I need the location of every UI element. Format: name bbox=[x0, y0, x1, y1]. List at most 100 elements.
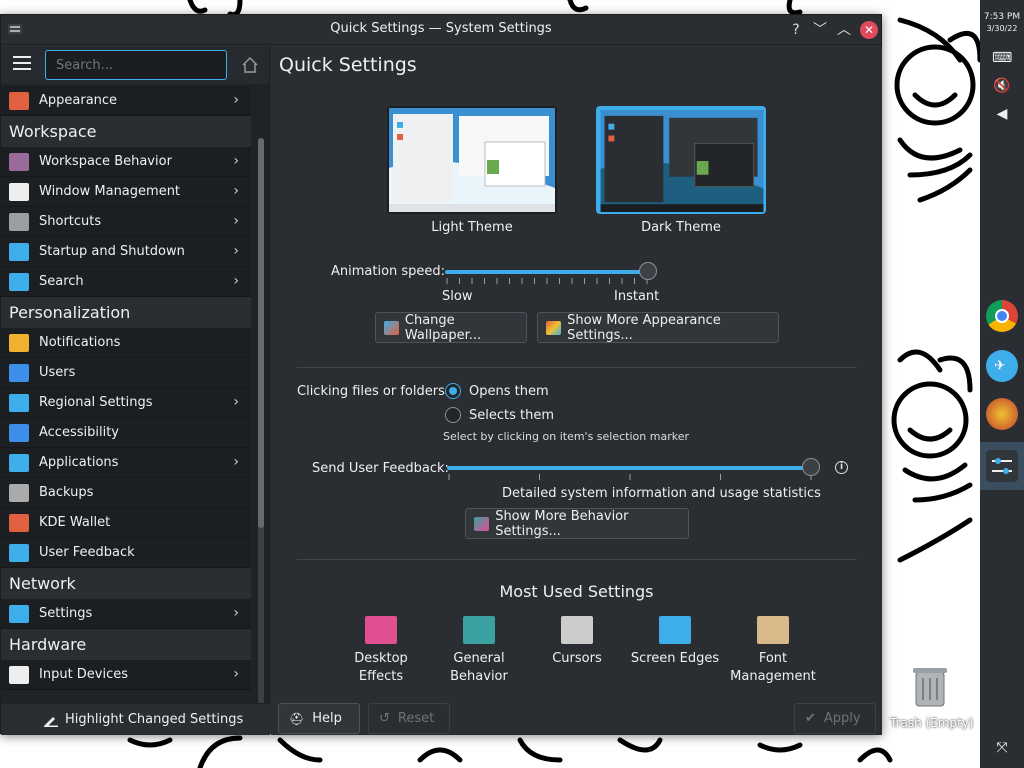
most-used-label: Desktop Effects bbox=[354, 651, 408, 684]
clock-time: 7:53 PM bbox=[983, 12, 1021, 22]
sidebar-item-accessibility[interactable]: Accessibility bbox=[1, 418, 251, 448]
maximize-button[interactable]: ︿ bbox=[835, 21, 853, 39]
home-icon[interactable] bbox=[241, 56, 259, 74]
trash-icon[interactable] bbox=[910, 664, 950, 708]
chevron-right-icon: › bbox=[233, 605, 239, 621]
digital-clock[interactable]: 7:53 PM 3/30/22 bbox=[980, 12, 1024, 34]
sidebar-item-label: Applications bbox=[39, 455, 119, 470]
selects-them-label[interactable]: Selects them bbox=[469, 408, 554, 423]
sidebar-item-settings[interactable]: Settings › bbox=[1, 599, 251, 629]
general-behavior-icon bbox=[463, 616, 495, 644]
appearance-icon bbox=[9, 92, 29, 110]
show-more-appearance-label: Show More Appearance Settings... bbox=[567, 312, 721, 343]
close-button[interactable]: ✕ bbox=[860, 21, 878, 39]
animation-speed-slow-label: Slow bbox=[442, 289, 473, 304]
sidebar-section-workspace: Workspace bbox=[1, 116, 251, 147]
footer-bar: ⛑ Help ↺ Reset ✔ Apply bbox=[271, 703, 882, 735]
search-input[interactable] bbox=[45, 50, 227, 80]
most-used-font-management[interactable]: Font Management bbox=[724, 616, 822, 686]
show-more-behavior-button[interactable]: Show More Behavior Settings... bbox=[465, 508, 689, 539]
system-settings-window: Quick Settings — System Settings ? ﹀ ︿ ✕… bbox=[0, 14, 882, 735]
main-content: Quick Settings Light Theme Dark Theme An… bbox=[271, 46, 882, 703]
clicking-files-label: Clicking files or folders: bbox=[297, 384, 450, 399]
selects-them-radio[interactable] bbox=[445, 407, 461, 423]
clock-date: 3/30/22 bbox=[986, 24, 1018, 33]
feedback-slider-handle[interactable] bbox=[802, 458, 820, 476]
sidebar-item-label: KDE Wallet bbox=[39, 515, 111, 530]
chevron-right-icon: › bbox=[233, 183, 239, 199]
apply-button[interactable]: ✔ Apply bbox=[794, 703, 876, 734]
sidebar-item-input-devices[interactable]: Input Devices › bbox=[1, 660, 251, 690]
sidebar-item-user-feedback[interactable]: User Feedback bbox=[1, 538, 251, 568]
sidebar-section-network: Network bbox=[1, 568, 251, 599]
opens-them-radio[interactable] bbox=[445, 383, 461, 399]
sidebar-section-personalization: Personalization bbox=[1, 297, 251, 328]
sidebar-item-workspace-behavior[interactable]: Workspace Behavior › bbox=[1, 147, 251, 177]
keyboard-icon bbox=[9, 213, 29, 231]
title-bar[interactable]: Quick Settings — System Settings ? ﹀ ︿ ✕ bbox=[1, 15, 881, 45]
minimize-button[interactable]: ﹀ bbox=[811, 21, 829, 39]
sidebar-item-label: Shortcuts bbox=[39, 214, 102, 229]
discover-icon[interactable]: ✈ bbox=[986, 350, 1018, 382]
chevron-right-icon: › bbox=[233, 92, 239, 108]
chrome-icon[interactable] bbox=[986, 300, 1018, 332]
page-title: Quick Settings bbox=[279, 54, 417, 76]
sidebar-item-shortcuts[interactable]: Shortcuts › bbox=[1, 207, 251, 237]
light-theme-card[interactable] bbox=[387, 106, 557, 214]
sidebar-item-label: Input Devices bbox=[39, 667, 129, 682]
panel-config-icon[interactable]: ⤧ bbox=[992, 740, 1012, 756]
sidebar-item-kde-wallet[interactable]: KDE Wallet bbox=[1, 508, 251, 538]
separator bbox=[297, 367, 857, 368]
chevron-right-icon: › bbox=[233, 454, 239, 470]
expand-tray-icon[interactable]: ◀ bbox=[992, 106, 1012, 122]
sidebar-item-search[interactable]: Search › bbox=[1, 267, 251, 297]
window-management-icon bbox=[9, 183, 29, 201]
hamburger-menu-icon[interactable] bbox=[13, 56, 31, 72]
behavior-settings-icon bbox=[474, 516, 490, 531]
sidebar-item-users[interactable]: Users bbox=[1, 358, 251, 388]
separator bbox=[297, 559, 857, 560]
sidebar-item-window-management[interactable]: Window Management › bbox=[1, 177, 251, 207]
info-icon[interactable]: i bbox=[835, 461, 848, 474]
sidebar-item-notifications[interactable]: Notifications bbox=[1, 328, 251, 358]
sidebar-item-label: Workspace Behavior bbox=[39, 154, 172, 169]
virtual-keyboard-icon[interactable]: ⌨ bbox=[992, 50, 1012, 66]
users-icon bbox=[9, 364, 29, 382]
feedback-slider-ticks bbox=[448, 474, 812, 480]
most-used-desktop-effects[interactable]: Desktop Effects bbox=[332, 616, 430, 686]
most-used-title: Most Used Settings bbox=[499, 582, 654, 601]
volume-muted-icon[interactable]: 🔇 bbox=[992, 78, 1012, 94]
opens-them-label[interactable]: Opens them bbox=[469, 384, 549, 399]
sidebar-item-label: Regional Settings bbox=[39, 395, 153, 410]
sidebar-item-label: Users bbox=[39, 365, 76, 380]
sidebar-item-startup-and-shutdown[interactable]: Startup and Shutdown › bbox=[1, 237, 251, 267]
sidebar-scrollbar-thumb[interactable] bbox=[258, 138, 264, 528]
change-wallpaper-button[interactable]: Change Wallpaper... bbox=[375, 312, 527, 343]
most-used-cursors[interactable]: Cursors bbox=[528, 616, 626, 668]
change-wallpaper-label: Change Wallpaper... bbox=[404, 312, 482, 343]
reset-button[interactable]: ↺ Reset bbox=[368, 703, 450, 734]
show-more-appearance-button[interactable]: Show More Appearance Settings... bbox=[537, 312, 779, 343]
input-devices-icon bbox=[9, 666, 29, 684]
light-theme-preview bbox=[389, 108, 555, 212]
animation-speed-track[interactable] bbox=[445, 270, 647, 274]
animation-speed-instant-label: Instant bbox=[614, 289, 660, 304]
sidebar-item-label: Startup and Shutdown bbox=[39, 244, 185, 259]
help-label: Help bbox=[312, 711, 342, 726]
most-used-screen-edges[interactable]: Screen Edges bbox=[626, 616, 724, 668]
sidebar-item-backups[interactable]: Backups bbox=[1, 478, 251, 508]
dark-theme-label: Dark Theme bbox=[641, 220, 721, 235]
paint-app-icon[interactable] bbox=[986, 398, 1018, 430]
most-used-general-behavior[interactable]: General Behavior bbox=[430, 616, 528, 686]
help-icon[interactable]: ? bbox=[787, 21, 805, 39]
dark-theme-card[interactable] bbox=[596, 106, 766, 214]
sidebar-item-appearance[interactable]: Appearance › bbox=[1, 86, 251, 116]
sidebar-item-regional-settings[interactable]: Regional Settings › bbox=[1, 388, 251, 418]
highlight-changed-settings-button[interactable]: Highlight Changed Settings bbox=[1, 703, 270, 735]
animation-speed-handle[interactable] bbox=[639, 262, 657, 280]
sidebar-item-applications[interactable]: Applications › bbox=[1, 448, 251, 478]
applications-icon bbox=[9, 454, 29, 472]
system-settings-task-icon[interactable] bbox=[986, 450, 1018, 482]
help-button[interactable]: ⛑ Help bbox=[278, 703, 360, 734]
feedback-slider-track[interactable] bbox=[447, 466, 811, 470]
